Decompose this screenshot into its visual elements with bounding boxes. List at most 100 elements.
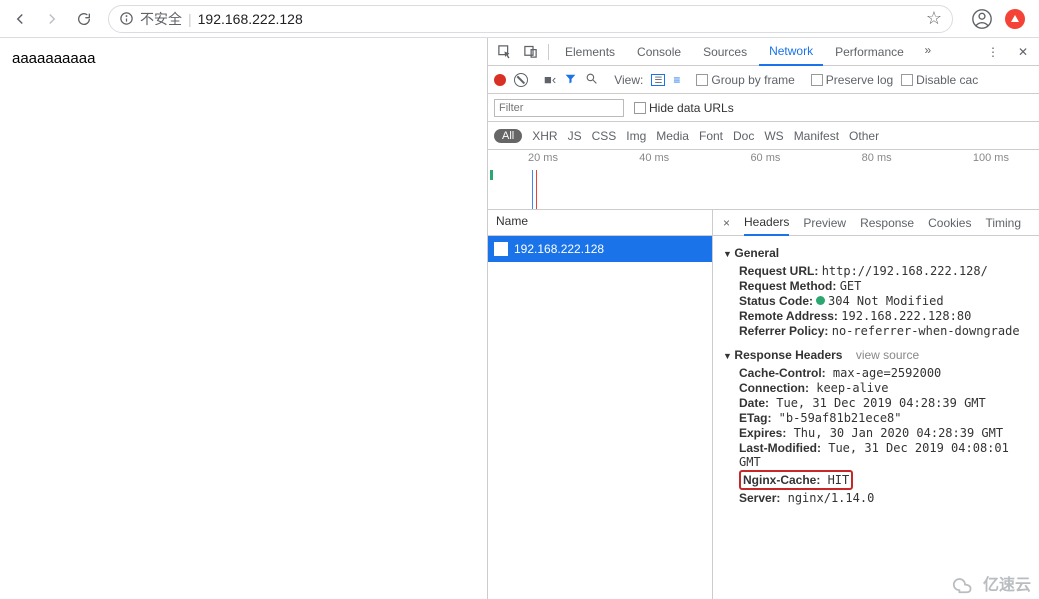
request-url-value: http://192.168.222.128/ [822, 264, 988, 278]
detail-tab-timing[interactable]: Timing [985, 216, 1021, 230]
tab-network[interactable]: Network [759, 38, 823, 66]
tab-performance[interactable]: Performance [825, 38, 914, 66]
type-manifest[interactable]: Manifest [794, 129, 839, 143]
general-section-header[interactable]: General [723, 246, 1029, 260]
more-tabs-icon[interactable]: » [916, 38, 940, 62]
response-header-key: Date: [739, 396, 769, 410]
response-header-key: Server: [739, 491, 780, 505]
preserve-log-checkbox[interactable]: Preserve log [811, 73, 893, 87]
bookmark-star-icon[interactable]: ☆ [926, 8, 942, 29]
status-code-label: Status Code: [739, 294, 813, 308]
type-css[interactable]: CSS [592, 129, 617, 143]
response-headers-section-header[interactable]: Response Headers view source [723, 348, 1029, 362]
reload-button[interactable] [70, 5, 98, 33]
type-doc[interactable]: Doc [733, 129, 754, 143]
remote-address-label: Remote Address: [739, 309, 838, 323]
network-toolbar: ■‹ View: ☰ ≡ Group by frame Preserve log… [488, 66, 1039, 94]
request-list: Name 192.168.222.128 [488, 210, 713, 599]
request-method-label: Request Method: [739, 279, 836, 293]
network-filter-row: Hide data URLs [488, 94, 1039, 122]
page-content: aaaaaaaaaa [0, 38, 487, 599]
view-label: View: [614, 73, 643, 87]
disable-cache-checkbox[interactable]: Disable cac [901, 73, 978, 87]
tick: 60 ms [750, 152, 780, 164]
forward-button[interactable] [38, 5, 66, 33]
response-header-key: Connection: [739, 381, 809, 395]
view-source-link[interactable]: view source [856, 348, 919, 362]
response-header-key: Last-Modified: [739, 441, 821, 455]
inspect-element-icon[interactable] [492, 40, 516, 64]
domcontentloaded-line [532, 170, 533, 209]
url-host: 192.168.222.128 [198, 11, 303, 27]
referrer-policy-label: Referrer Policy: [739, 324, 828, 338]
status-dot-icon [816, 296, 825, 305]
detail-tab-response[interactable]: Response [860, 216, 914, 230]
tick: 80 ms [862, 152, 892, 164]
response-header-value: HIT [820, 473, 849, 487]
request-name: 192.168.222.128 [514, 242, 604, 256]
filter-icon[interactable] [564, 72, 577, 88]
remote-address-value: 192.168.222.128:80 [841, 309, 971, 323]
devtools-top-bar: Elements Console Sources Network Perform… [488, 38, 1039, 66]
request-bar [490, 170, 493, 180]
response-header-value: Tue, 31 Dec 2019 04:28:39 GMT [769, 396, 986, 410]
type-other[interactable]: Other [849, 129, 879, 143]
camera-icon[interactable]: ■‹ [544, 72, 556, 87]
detail-tab-preview[interactable]: Preview [803, 216, 846, 230]
type-img[interactable]: Img [626, 129, 646, 143]
devtools-menu-icon[interactable]: ⋮ [981, 40, 1005, 64]
network-type-row: All XHR JS CSS Img Media Font Doc WS Man… [488, 122, 1039, 150]
detail-tab-headers[interactable]: Headers [744, 210, 789, 236]
request-detail-pane: × Headers Preview Response Cookies Timin… [713, 210, 1039, 599]
type-xhr[interactable]: XHR [532, 129, 557, 143]
response-header-value: max-age=2592000 [826, 366, 942, 380]
view-large-icon[interactable]: ☰ [651, 74, 665, 86]
status-code-value: 304 Not Modified [828, 294, 944, 308]
page-text: aaaaaaaaaa [12, 50, 95, 67]
view-small-icon[interactable]: ≡ [673, 73, 680, 87]
network-overview[interactable]: 20 ms 40 ms 60 ms 80 ms 100 ms [488, 150, 1039, 210]
clear-icon[interactable] [514, 73, 528, 87]
response-header-key: Cache-Control: [739, 366, 826, 380]
request-row[interactable]: 192.168.222.128 [488, 236, 712, 262]
response-header-key: ETag: [739, 411, 771, 425]
search-icon[interactable] [585, 72, 598, 88]
tick: 20 ms [528, 152, 558, 164]
record-icon[interactable] [494, 74, 506, 86]
device-toggle-icon[interactable] [518, 40, 542, 64]
detail-tab-cookies[interactable]: Cookies [928, 216, 971, 230]
response-header-value: keep-alive [809, 381, 888, 395]
request-method-value: GET [840, 279, 862, 293]
type-media[interactable]: Media [656, 129, 689, 143]
type-js[interactable]: JS [568, 129, 582, 143]
response-header-key: Expires: [739, 426, 786, 440]
devtools-close-icon[interactable]: ✕ [1011, 40, 1035, 64]
browser-toolbar: 不安全 | 192.168.222.128 ☆ [0, 0, 1039, 38]
highlighted-header: Nginx-Cache: HIT [739, 470, 853, 490]
response-header-value: "b-59af81b21ece8" [771, 411, 901, 425]
group-by-frame-checkbox[interactable]: Group by frame [696, 73, 794, 87]
hide-data-urls-checkbox[interactable]: Hide data URLs [634, 101, 734, 115]
tab-console[interactable]: Console [627, 38, 691, 66]
profile-avatar-icon[interactable] [971, 8, 993, 30]
tick: 100 ms [973, 152, 1009, 164]
response-header-key: Nginx-Cache: [743, 473, 820, 487]
tick: 40 ms [639, 152, 669, 164]
back-button[interactable] [6, 5, 34, 33]
referrer-policy-value: no-referrer-when-downgrade [832, 324, 1020, 338]
type-font[interactable]: Font [699, 129, 723, 143]
type-ws[interactable]: WS [764, 129, 783, 143]
close-detail-icon[interactable]: × [723, 216, 730, 230]
name-column-header[interactable]: Name [488, 210, 712, 236]
security-label: 不安全 [140, 9, 182, 29]
tab-elements[interactable]: Elements [555, 38, 625, 66]
load-line [536, 170, 537, 209]
document-icon [494, 242, 508, 256]
filter-input[interactable] [494, 99, 624, 117]
extension-badge-icon[interactable] [1005, 9, 1025, 29]
tab-sources[interactable]: Sources [693, 38, 757, 66]
request-url-label: Request URL: [739, 264, 818, 278]
devtools-panel: Elements Console Sources Network Perform… [487, 38, 1039, 599]
type-all-pill[interactable]: All [494, 129, 522, 143]
address-bar[interactable]: 不安全 | 192.168.222.128 ☆ [108, 5, 953, 33]
